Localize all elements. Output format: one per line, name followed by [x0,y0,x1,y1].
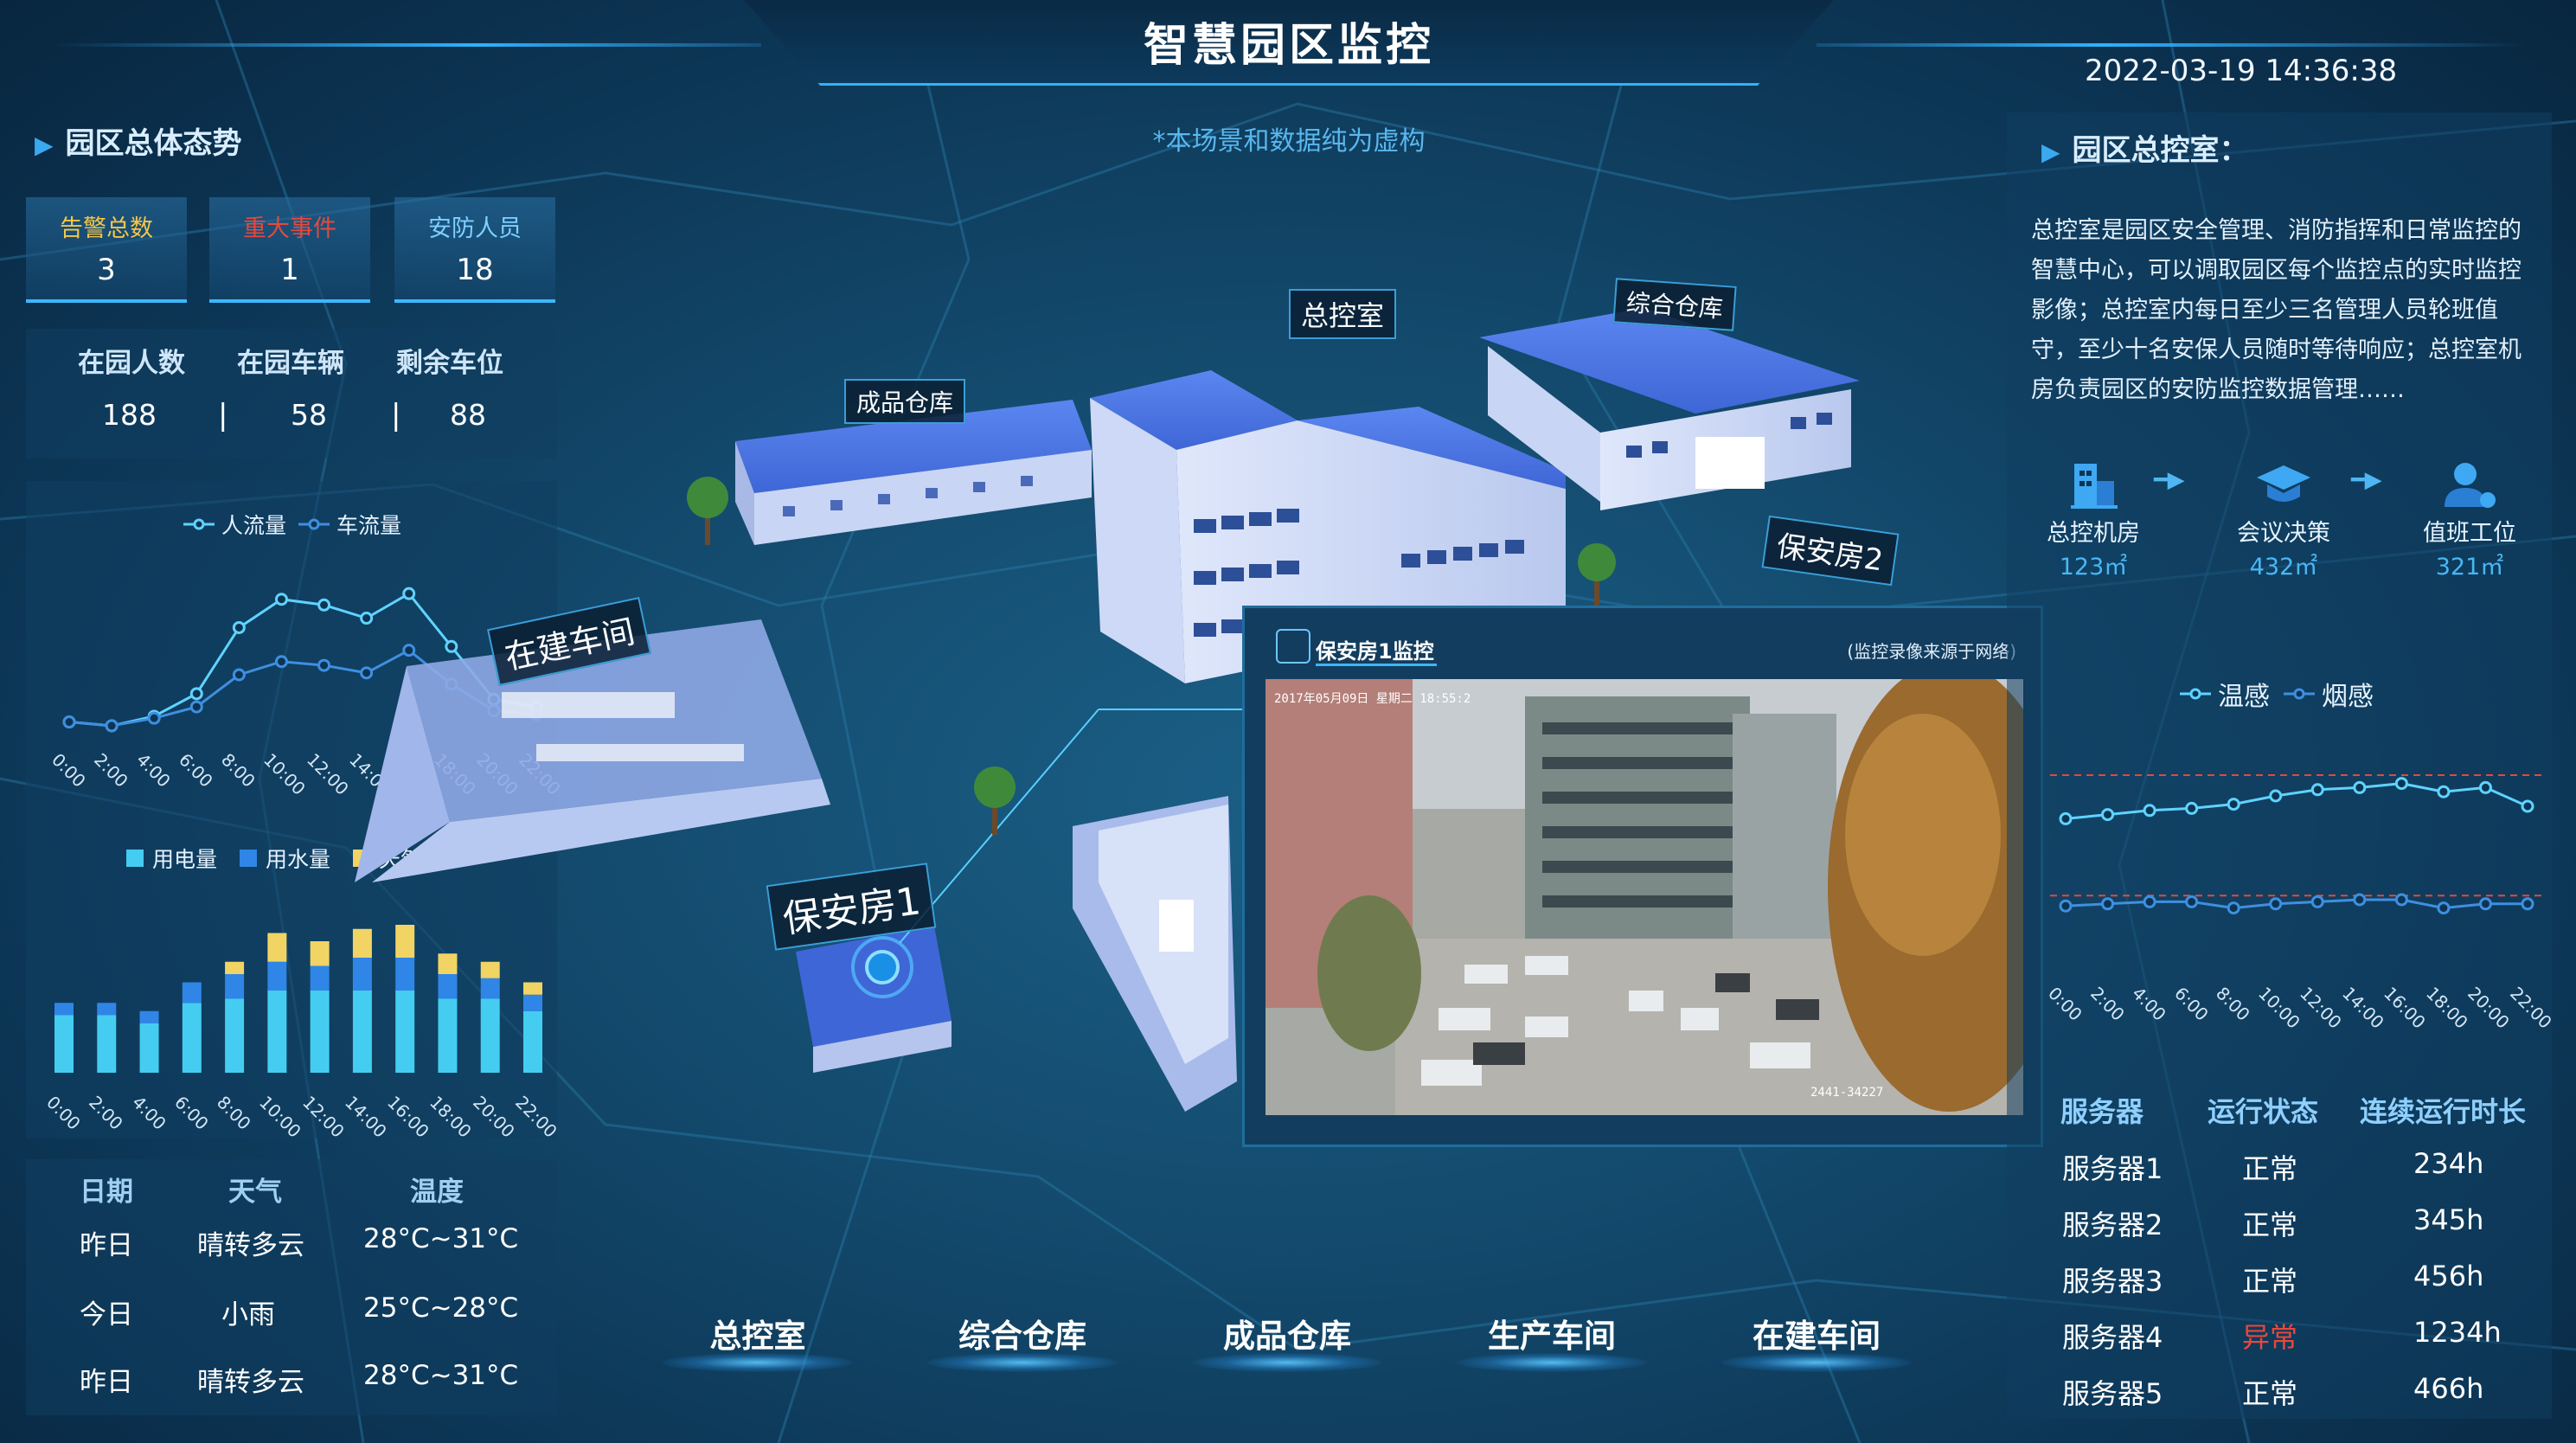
triangle-icon: ▶ [2041,138,2060,166]
label-general-warehouse[interactable]: 综合仓库 [1612,278,1737,331]
building-icon [2071,464,2118,509]
server-uptime: 466h [2413,1372,2484,1405]
video-title: 保安房1监控 [1316,639,1434,664]
user-icon [2445,463,2496,508]
video-title-underline [1316,664,1437,666]
data-point [2059,811,2073,825]
flow-item-name: 值班工位 [2423,520,2516,547]
control-room-description: 总控室是园区安全管理、消防指挥和日常监控的智慧中心，可以调取园区每个监控点的实时… [2031,217,2522,403]
server-name: 服务器4 [2062,1321,2163,1354]
tree-icon [974,766,1016,835]
legend-line-marker [2180,688,2211,700]
arrow-right-icon: ━▶ [2351,467,2382,493]
server-status: 正常 [2242,1377,2298,1410]
server-name: 服务器3 [2062,1265,2163,1298]
nav-production-workshop[interactable]: 生产车间 [1448,1299,1656,1377]
nav-label: 在建车间 [1753,1318,1881,1355]
server-status: 异常 [2242,1321,2298,1354]
server-header-uptime: 连续运行时长 [2360,1095,2527,1128]
server-header-name: 服务器 [2060,1095,2144,1128]
data-point [2185,801,2199,815]
data-point [2101,897,2115,911]
dashboard-root: 智慧园区监控 2022-03-19 14:36:38 *本场景和数据纯为虚构 ▶… [0,0,2576,1443]
nav-label: 成品仓库 [1223,1318,1351,1355]
control-room-title: ▶ 园区总控室： [2041,126,2249,169]
camera-icon [1276,629,1310,664]
video-popup[interactable]: 保安房1监控 (监控录像来源于网络) 2017年05月09日 星期二 18:55… [1242,606,2043,1147]
flow-item-server-room[interactable]: 总控机房 123㎡ [2041,459,2145,581]
data-point [2310,895,2324,908]
data-point [2353,893,2367,907]
data-point [2101,808,2115,822]
legend-line-marker [2284,688,2315,700]
nav-finished-goods-warehouse[interactable]: 成品仓库 [1183,1299,1391,1377]
video-timestamp-overlay: 2017年05月09日 星期二 18:55:2 [1274,692,1471,706]
server-status: 正常 [2242,1152,2298,1185]
nav-label: 生产车间 [1488,1318,1616,1355]
video-source-note: (监控录像来源于网络) [1847,641,2016,662]
data-point [2353,780,2367,794]
building-production-workshop[interactable] [1073,796,1237,1112]
tree-icon [687,477,728,545]
data-point [2310,783,2324,797]
flow-item-duty-station[interactable]: 值班工位 321㎡ [2418,459,2522,581]
nav-general-warehouse[interactable]: 综合仓库 [919,1299,1126,1377]
nav-construction-workshop[interactable]: 在建车间 [1713,1299,1920,1377]
video-feed[interactable]: 2017年05月09日 星期二 18:55:2 2441-34227 [1266,679,2023,1115]
server-uptime: 456h [2413,1260,2484,1292]
control-room-title-text: 园区总控室： [2072,133,2249,168]
flow-item-meeting[interactable]: 会议决策 432㎡ [2232,459,2336,581]
server-status: 正常 [2242,1209,2298,1241]
legend-label: 烟感 [2322,682,2374,712]
data-point [2143,804,2156,818]
server-name: 服务器2 [2062,1209,2163,1241]
flow-item-name: 会议决策 [2237,520,2330,547]
data-point [2394,777,2408,791]
data-point [2227,901,2240,915]
video-frame-image [1266,679,2023,1115]
data-point [2269,789,2283,803]
data-point [2394,893,2408,907]
flow-item-name: 总控机房 [2047,520,2140,547]
graduation-cap-icon [2257,465,2310,502]
data-point [2521,799,2534,813]
data-point [2185,895,2199,908]
legend-label: 温感 [2218,682,2270,712]
flow-item-area: 321㎡ [2435,554,2504,580]
data-point [2227,798,2240,811]
building-guard-house-1[interactable] [796,926,952,1073]
flow-item-area: 123㎡ [2059,554,2128,580]
data-point [2437,901,2451,915]
label-control-room[interactable]: 总控室 [1289,289,1397,339]
arrow-right-icon: ━▶ [2154,467,2185,493]
nav-label: 综合仓库 [958,1318,1086,1355]
server-uptime: 234h [2413,1147,2484,1180]
data-point [2269,897,2283,911]
data-point [2059,899,2073,913]
nav-label: 总控室 [709,1318,806,1355]
sensor-chart-legend: 温感 烟感 [2180,675,2374,713]
server-status: 正常 [2242,1265,2298,1298]
series-line [2065,782,2528,820]
flow-item-area: 432㎡ [2249,554,2318,580]
server-name: 服务器5 [2062,1377,2163,1410]
data-point [2437,785,2451,798]
video-id-overlay: 2441-34227 [1810,1086,1884,1100]
tree-icon [1578,543,1616,606]
sensor-line-chart [2050,774,2543,915]
data-point [2478,780,2492,794]
server-name: 服务器1 [2062,1152,2163,1185]
data-point [2143,895,2156,908]
data-point [2521,897,2534,911]
data-point [2478,897,2492,911]
server-header-status: 运行状态 [2208,1095,2319,1128]
nav-control-room[interactable]: 总控室 [654,1299,862,1377]
server-uptime: 1234h [2413,1316,2502,1349]
server-uptime: 345h [2413,1203,2484,1236]
label-finished-goods-warehouse[interactable]: 成品仓库 [844,379,966,424]
series-line [2065,898,2528,910]
